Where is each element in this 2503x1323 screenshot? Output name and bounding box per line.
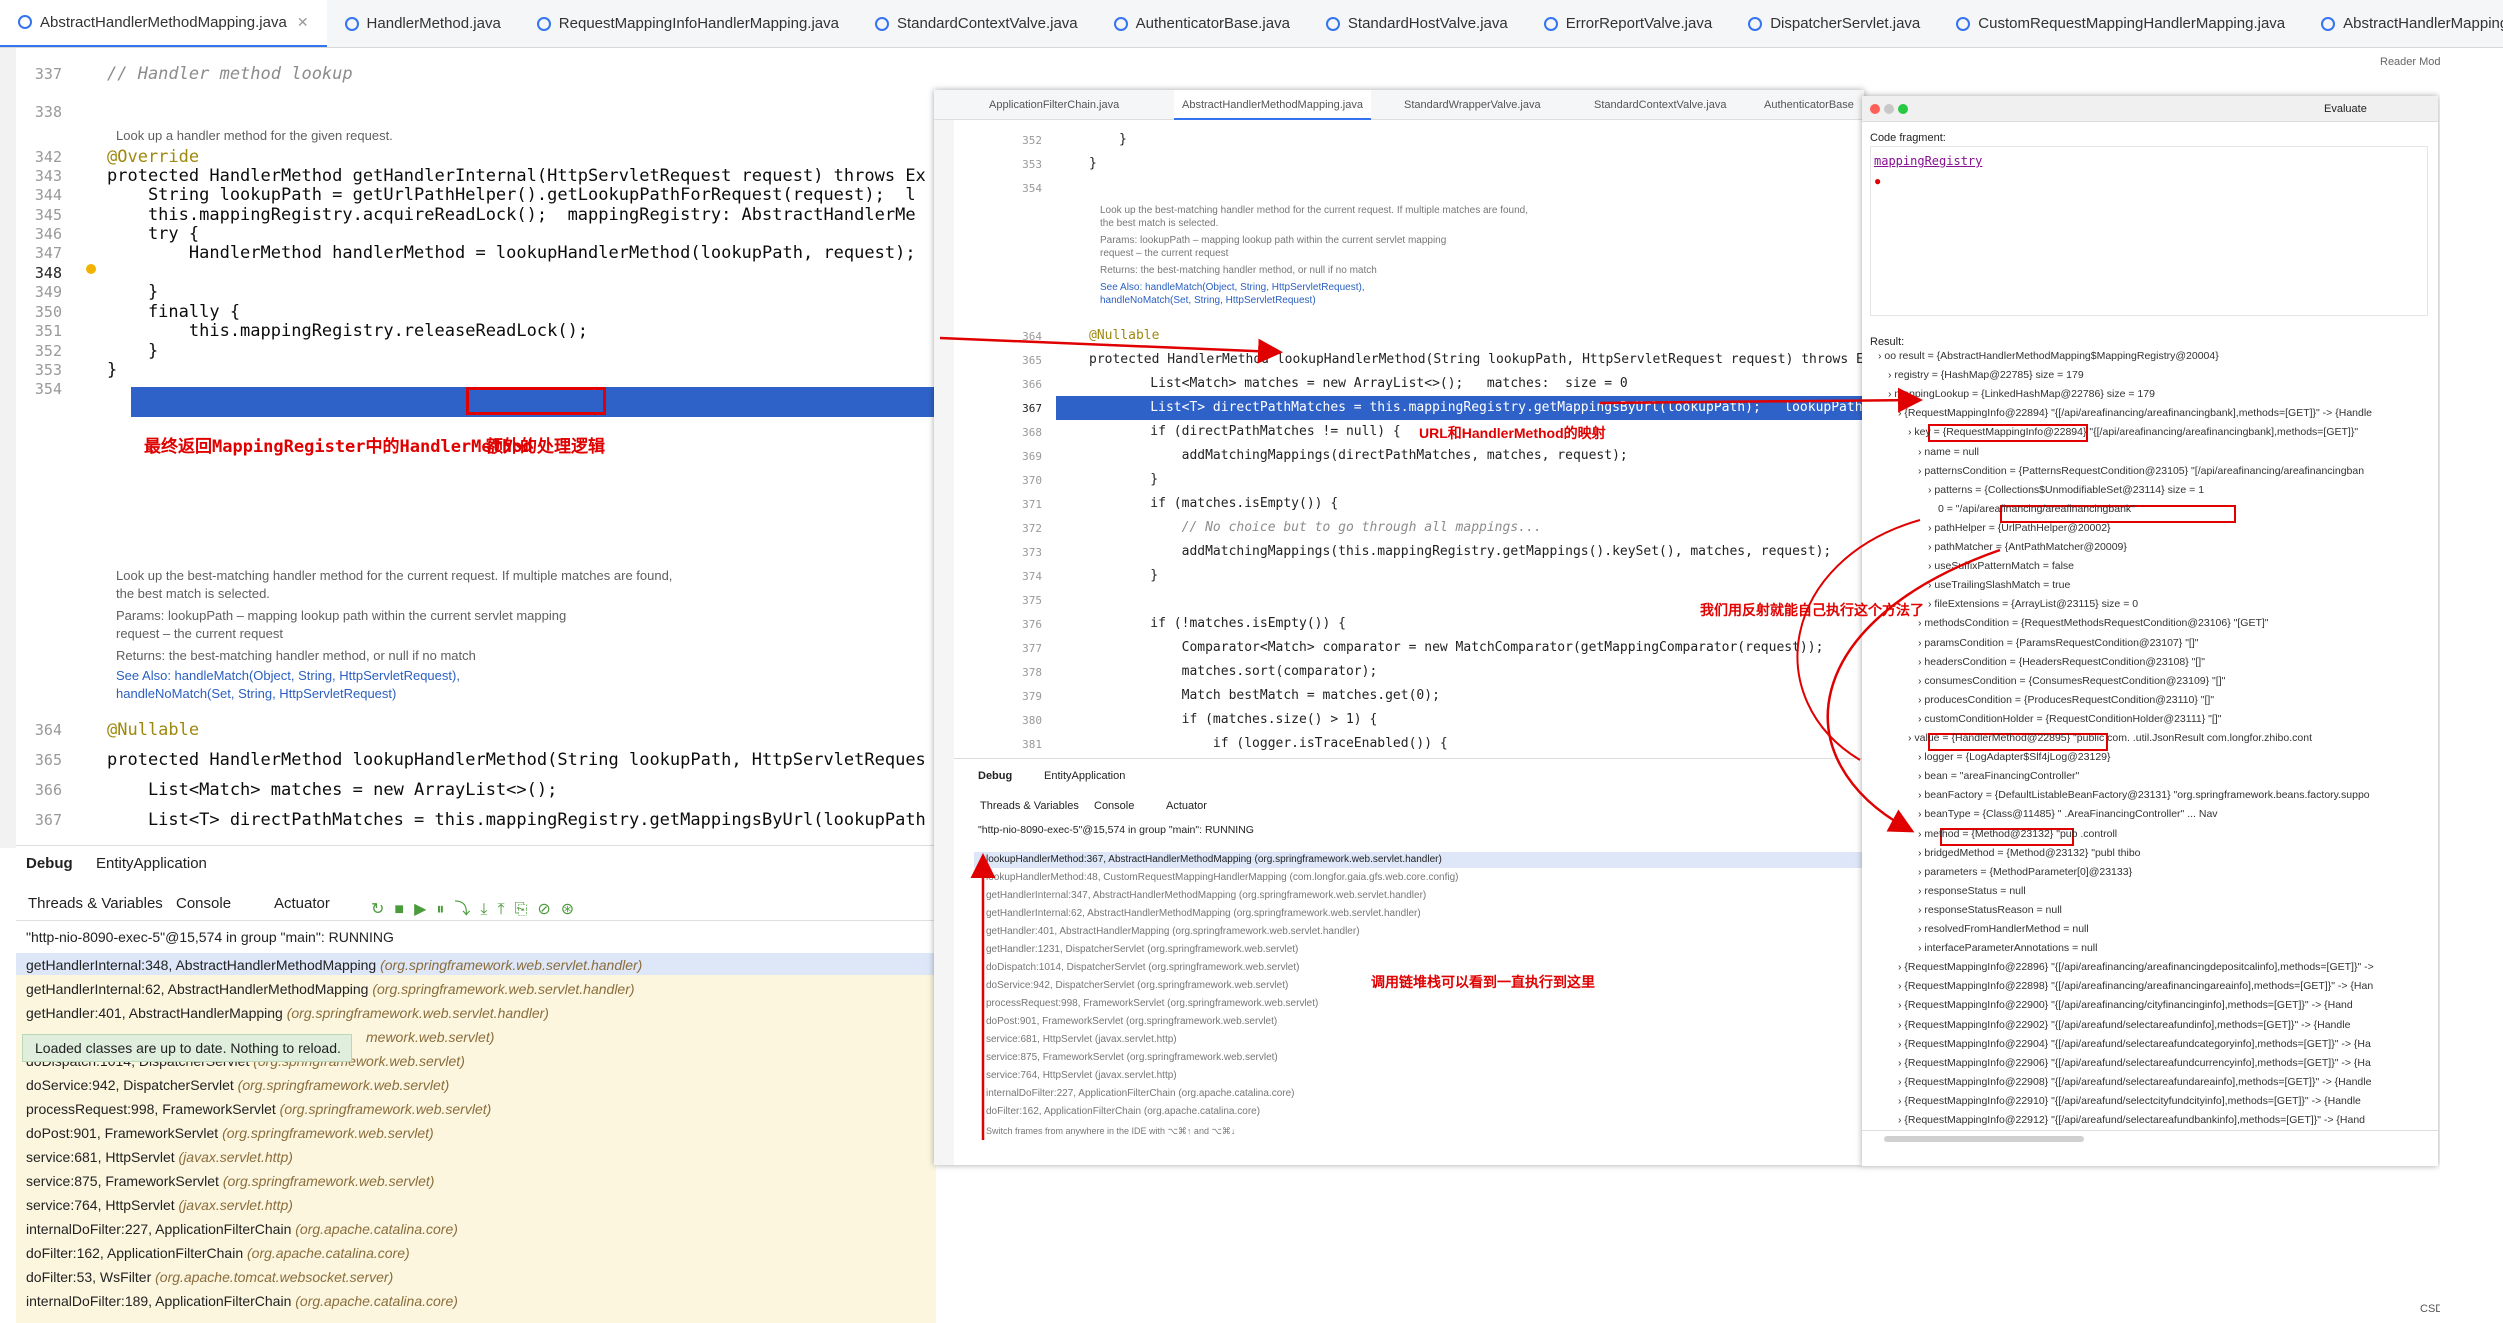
arrow-to-lookup	[939, 336, 1283, 364]
arrow-to-method	[1826, 548, 2001, 833]
arrow-to-mapping	[1599, 387, 1923, 413]
annotation-arrows	[939, 336, 2001, 1140]
